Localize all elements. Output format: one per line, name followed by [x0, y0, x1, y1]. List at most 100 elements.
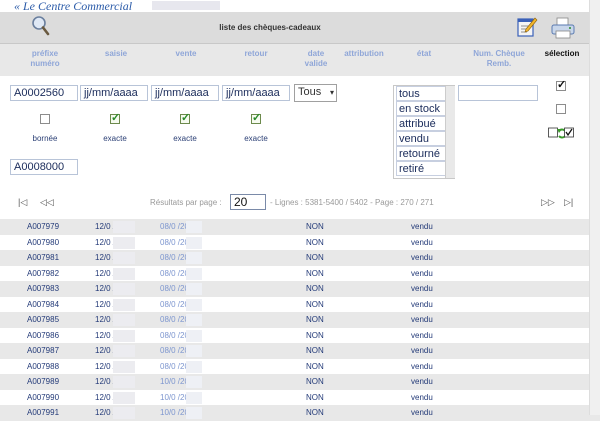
- cell-numero: A007984: [27, 299, 60, 309]
- per-page-input[interactable]: 20: [230, 194, 266, 210]
- checkmark-icon: ✓: [557, 79, 567, 91]
- table-row[interactable]: A007989 12/0 /20 10/0 /200 NON vendu: [0, 374, 600, 390]
- cell-numero: A007990: [27, 392, 60, 402]
- pager-summary: - Lignes : 5381-5400 / 5402 - Page : 270…: [270, 198, 434, 207]
- etat-scrollbar[interactable]: [445, 86, 455, 178]
- page-scrollbar[interactable]: [589, 0, 600, 415]
- blurred-cell: [186, 221, 202, 233]
- cell-date-valide: NON: [306, 299, 324, 309]
- cell-date-valide: NON: [306, 315, 324, 324]
- blurred-cell: [113, 345, 135, 357]
- last-page-button[interactable]: ▷|: [564, 197, 573, 208]
- num-cheque-field[interactable]: [458, 85, 538, 101]
- etat-option[interactable]: en stock: [396, 101, 452, 116]
- cell-date-valide: NON: [306, 253, 324, 262]
- blurred-cell: [113, 407, 135, 419]
- cell-etat: vendu: [411, 284, 433, 293]
- blurred-cell: [113, 221, 135, 233]
- cell-numero: A007988: [27, 361, 60, 371]
- notepad-pencil-icon[interactable]: [516, 16, 538, 38]
- etat-option[interactable]: tous: [396, 86, 452, 101]
- retour-date-field[interactable]: jj/mm/aaaa: [222, 85, 290, 101]
- cell-date-valide: NON: [306, 222, 324, 231]
- etat-option[interactable]: vendu: [396, 131, 452, 146]
- magnifier-icon[interactable]: [30, 15, 50, 37]
- vente-exacte-label: exacte: [173, 134, 197, 143]
- cell-date-valide: NON: [306, 408, 324, 417]
- table-row[interactable]: A007988 12/0 /20 08/0 /200 NON vendu: [0, 358, 600, 374]
- etat-option[interactable]: retiré: [396, 161, 452, 176]
- etat-option[interactable]: attribué: [396, 116, 452, 131]
- col-retour[interactable]: retour: [234, 49, 278, 59]
- col-attribution[interactable]: attribution: [338, 49, 390, 59]
- table-row[interactable]: A007991 12/0 /20 10/0 /200 NON vendu: [0, 405, 600, 421]
- retour-exacte-checkbox[interactable]: ✓: [251, 112, 261, 124]
- col-etat[interactable]: état: [404, 49, 444, 59]
- blurred-cell: [186, 329, 202, 342]
- filter-panel: A0002560 jj/mm/aaaa jj/mm/aaaa jj/mm/aaa…: [0, 76, 600, 186]
- blurred-cell: [186, 407, 202, 419]
- bornee-label: bornée: [32, 134, 58, 143]
- vente-exacte-checkbox[interactable]: ✓: [180, 112, 191, 124]
- prev-page-button[interactable]: ◁◁: [40, 197, 54, 208]
- col-date-label: date: [307, 49, 325, 58]
- table-row[interactable]: A007986 12/0 /20 08/0 /200 NON vendu: [0, 327, 600, 343]
- col-vente[interactable]: vente: [164, 49, 208, 59]
- checkmark-icon: ✓: [111, 112, 121, 124]
- blurred-cell: [113, 236, 135, 249]
- date-valide-value: Tous: [298, 86, 322, 98]
- cell-date-valide: NON: [306, 392, 324, 402]
- cell-numero: A007991: [27, 408, 60, 417]
- saisie-exacte-checkbox[interactable]: ✓: [110, 112, 121, 124]
- col-date-valide[interactable]: date valide: [296, 49, 336, 69]
- cell-numero: A007981: [27, 253, 60, 262]
- cell-date-valide: NON: [306, 330, 324, 340]
- cell-numero: A007989: [27, 377, 60, 386]
- page-title: liste des chèques-cadeaux: [219, 23, 321, 32]
- cell-etat: vendu: [411, 361, 433, 371]
- etat-option[interactable]: retourné: [396, 146, 452, 161]
- table-row[interactable]: A007982 12/0 /20 08/0 /200 NON vendu: [0, 265, 600, 281]
- table-row[interactable]: A007987 12/0 /20 08/0 /200 NON vendu: [0, 343, 600, 359]
- col-num-cheque-remb[interactable]: Num. Chèque Remb.: [460, 49, 538, 69]
- blurred-cell: [186, 252, 202, 264]
- pagination-bar: |◁ ◁◁ Résultats par page : 20 - Lignes :…: [0, 186, 600, 219]
- blurred-cell: [186, 283, 202, 295]
- cell-date-valide: NON: [306, 346, 324, 355]
- numero-start-field[interactable]: A0002560: [10, 85, 78, 101]
- top-bar: « Le Centre Commercial: [0, 0, 600, 13]
- cell-etat: vendu: [411, 408, 433, 417]
- date-valide-select[interactable]: Tous ▾: [294, 84, 337, 102]
- blurred-cell: [113, 283, 135, 295]
- saisie-date-field[interactable]: jj/mm/aaaa: [80, 85, 148, 101]
- table-row[interactable]: A007990 12/0 /20 10/0 /200 NON vendu: [0, 389, 600, 405]
- col-saisie[interactable]: saisie: [94, 49, 138, 59]
- cell-numero: A007979: [27, 222, 60, 231]
- table-row[interactable]: A007979 12/0 /20 08/0 /200 NON vendu: [0, 219, 600, 235]
- cell-etat: vendu: [411, 346, 433, 355]
- table-row[interactable]: A007984 12/0 /20 08/0 /200 NON vendu: [0, 296, 600, 312]
- table-row[interactable]: A007985 12/0 /20 08/0 /200 NON vendu: [0, 312, 600, 328]
- select-all-checkbox[interactable]: ✓: [556, 79, 567, 91]
- col-remb-label: Remb.: [486, 59, 512, 68]
- cell-etat: vendu: [411, 299, 433, 309]
- table-row[interactable]: A007981 12/0 /20 08/0 /200 NON vendu: [0, 250, 600, 266]
- table-row[interactable]: A007980 12/0 /20 08/0 /200 NON vendu: [0, 234, 600, 250]
- table-row[interactable]: A007983 12/0 /20 08/0 /200 NON vendu: [0, 281, 600, 297]
- checkmark-icon: ✓: [181, 112, 191, 124]
- first-page-button[interactable]: |◁: [18, 197, 27, 208]
- col-valide-label: valide: [304, 59, 328, 68]
- refresh-toggle-icon[interactable]: [548, 125, 574, 141]
- blurred-cell: [186, 267, 202, 280]
- select-none-checkbox[interactable]: [556, 104, 566, 114]
- bornee-checkbox[interactable]: [40, 114, 50, 124]
- printer-icon[interactable]: [550, 17, 576, 39]
- cell-etat: vendu: [411, 237, 433, 247]
- blurred-cell: [186, 376, 202, 388]
- numero-end-field[interactable]: A0008000: [10, 159, 78, 175]
- dropdown-arrow-icon: ▾: [329, 88, 334, 97]
- saisie-exacte-label: exacte: [103, 134, 127, 143]
- vente-date-field[interactable]: jj/mm/aaaa: [151, 85, 219, 101]
- blurred-cell: [113, 298, 135, 311]
- next-page-button[interactable]: ▷▷: [541, 197, 555, 208]
